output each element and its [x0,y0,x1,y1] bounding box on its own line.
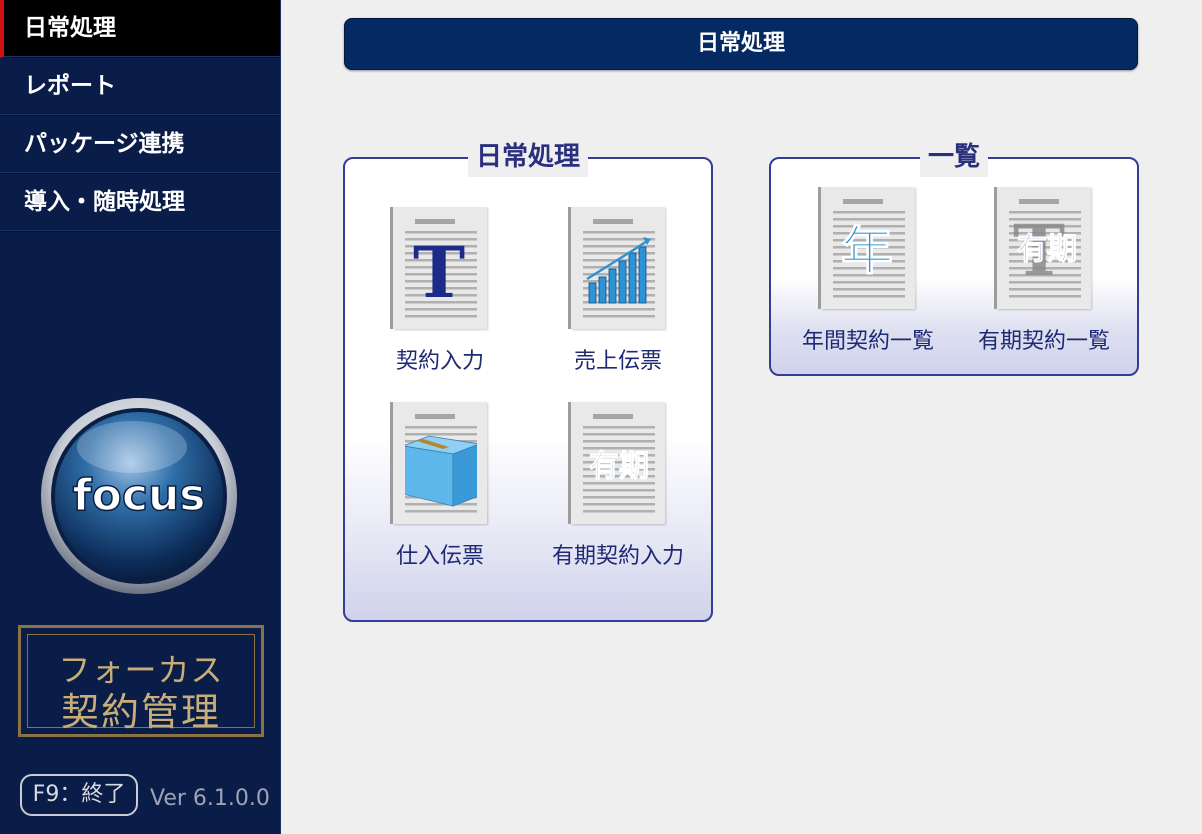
box-document-icon [393,402,487,524]
annual-document-icon: 年 [821,187,915,309]
sidebar-item-setup[interactable]: 導入・随時処理 [0,174,280,232]
brand-frame: フォーカス 契約管理 [27,634,255,734]
fixed-term-list-document-icon: T 有期 [997,187,1091,309]
sidebar-item-daily[interactable]: 日常処理 [0,0,280,58]
page-title: 日常処理 [696,31,785,56]
panel-title-list: 一覧 [919,137,989,177]
fixed-term-contract-list-tile[interactable]: T 有期 有期契約一覧 [959,187,1129,355]
bar-chart-document-icon [571,207,665,329]
product-brand: フォーカス 契約管理 [18,625,264,737]
svg-text:T: T [413,231,465,314]
focus-logo: focus [40,392,238,600]
fixed-term-document-icon: 有期 [571,402,665,524]
page-header: 日常処理 [344,18,1138,70]
daily-processing-panel: 日常処理 T 契約入力 売上伝票 仕入伝票 有期 有期契約入力 [343,137,713,622]
contract-entry-tile[interactable]: T 契約入力 [355,207,525,375]
svg-text:有期: 有期 [1017,232,1077,267]
sidebar: 日常処理 レポート パッケージ連携 導入・随時処理 focus フォーカス 契約… [0,0,281,834]
svg-text:有期: 有期 [589,449,649,484]
list-panel: 一覧 年 年間契約一覧 T 有期 有期契約一覧 [769,137,1139,376]
tile-label: 仕入伝票 [395,544,484,569]
purchase-slip-tile[interactable]: 仕入伝票 [355,402,525,570]
annual-contract-list-tile[interactable]: 年 年間契約一覧 [783,187,953,355]
tile-label: 有期契約入力 [551,544,684,569]
letter-t-document-icon: T [393,207,487,329]
tile-label: 契約入力 [395,349,484,374]
tile-label: 有期契約一覧 [977,329,1110,354]
exit-button[interactable]: F9：終了 [20,774,138,816]
sales-slip-tile[interactable]: 売上伝票 [533,207,703,375]
tile-label: 年間契約一覧 [801,329,934,354]
sidebar-item-report[interactable]: レポート [0,58,280,116]
sidebar-item-package[interactable]: パッケージ連携 [0,116,280,174]
fixed-term-contract-entry-tile[interactable]: 有期 有期契約入力 [533,402,703,570]
version-label: Ver 6.1.0.0 [150,786,270,811]
panel-title-daily: 日常処理 [467,137,589,177]
svg-text:年: 年 [841,222,893,282]
tile-label: 売上伝票 [573,349,662,374]
brand-line-2: 契約管理 [60,690,221,734]
svg-text:focus: focus [73,470,206,521]
